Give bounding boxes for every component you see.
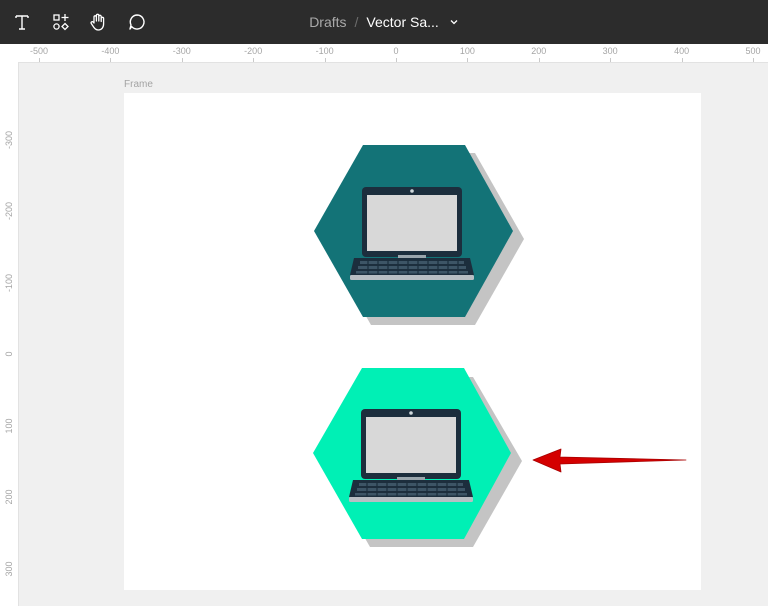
ruler-tick-mark bbox=[396, 58, 397, 62]
ruler-tick-label: 300 bbox=[4, 560, 14, 577]
ruler-tick-mark bbox=[253, 58, 255, 62]
breadcrumb-separator: / bbox=[354, 14, 359, 30]
ruler-tick-mark bbox=[681, 58, 683, 62]
ruler-tick-label: 200 bbox=[531, 46, 547, 56]
ruler-tick-label: 0 bbox=[4, 351, 14, 357]
file-menu-button[interactable] bbox=[449, 17, 459, 27]
ruler-tick-label: 100 bbox=[459, 46, 475, 56]
file-name[interactable]: Vector Sa... bbox=[366, 14, 438, 30]
text-tool-button[interactable] bbox=[8, 8, 36, 36]
ruler-tick-mark bbox=[538, 58, 540, 62]
ruler-tick-mark bbox=[110, 58, 112, 62]
ruler-tick-label: 100 bbox=[4, 417, 14, 434]
ruler-tick-label: -300 bbox=[4, 130, 14, 149]
ruler-tick-mark bbox=[753, 58, 754, 62]
ruler-tick-label: 200 bbox=[4, 489, 14, 505]
ruler-tick-mark bbox=[324, 58, 326, 62]
ruler-tick-label: -400 bbox=[101, 46, 120, 56]
breadcrumb-drafts-link[interactable]: Drafts bbox=[309, 14, 346, 30]
comment-icon bbox=[129, 14, 145, 30]
ruler-tick-label: 0 bbox=[393, 46, 399, 56]
ruler-tick-mark bbox=[610, 58, 612, 62]
top-toolbar: Drafts / Vector Sa... bbox=[0, 0, 768, 44]
shapes-icon bbox=[53, 14, 69, 31]
comment-tool-button[interactable] bbox=[123, 8, 151, 36]
ruler-tick-label: -500 bbox=[29, 46, 49, 56]
laptop-icon bbox=[349, 186, 475, 281]
ruler-tick-label: -200 bbox=[4, 201, 14, 221]
chevron-down-icon bbox=[450, 20, 458, 25]
ruler-tick-label: 500 bbox=[745, 46, 761, 56]
vertical-ruler: -300 -200 -100 0 100 200 300 bbox=[0, 62, 19, 606]
ruler-tick-mark bbox=[467, 58, 469, 62]
file-title-area: Drafts / Vector Sa... bbox=[0, 0, 768, 44]
text-icon bbox=[15, 15, 29, 30]
ruler-tick-label: -100 bbox=[315, 46, 334, 56]
design-app: Drafts / Vector Sa... -500 -400 -300 -200 -1… bbox=[0, 0, 768, 606]
ruler-tick-mark bbox=[181, 58, 183, 62]
ruler-tick-mark bbox=[39, 58, 40, 62]
shapes-tool-button[interactable] bbox=[47, 8, 75, 36]
hand-tool-button[interactable] bbox=[84, 8, 112, 36]
ruler-tick-label: -300 bbox=[172, 46, 191, 56]
laptop-icon bbox=[348, 408, 474, 503]
ruler-tick-label: 300 bbox=[602, 46, 618, 56]
ruler-tick-label: -100 bbox=[4, 273, 14, 292]
hand-icon bbox=[90, 13, 105, 31]
horizontal-ruler: -500 -400 -300 -200 -100 0 100 200 300 400 500 bbox=[0, 44, 768, 63]
ruler-tick-label: -200 bbox=[244, 46, 263, 56]
frame-label[interactable]: Frame bbox=[124, 79, 153, 90]
ruler-tick-label: 400 bbox=[674, 46, 690, 56]
